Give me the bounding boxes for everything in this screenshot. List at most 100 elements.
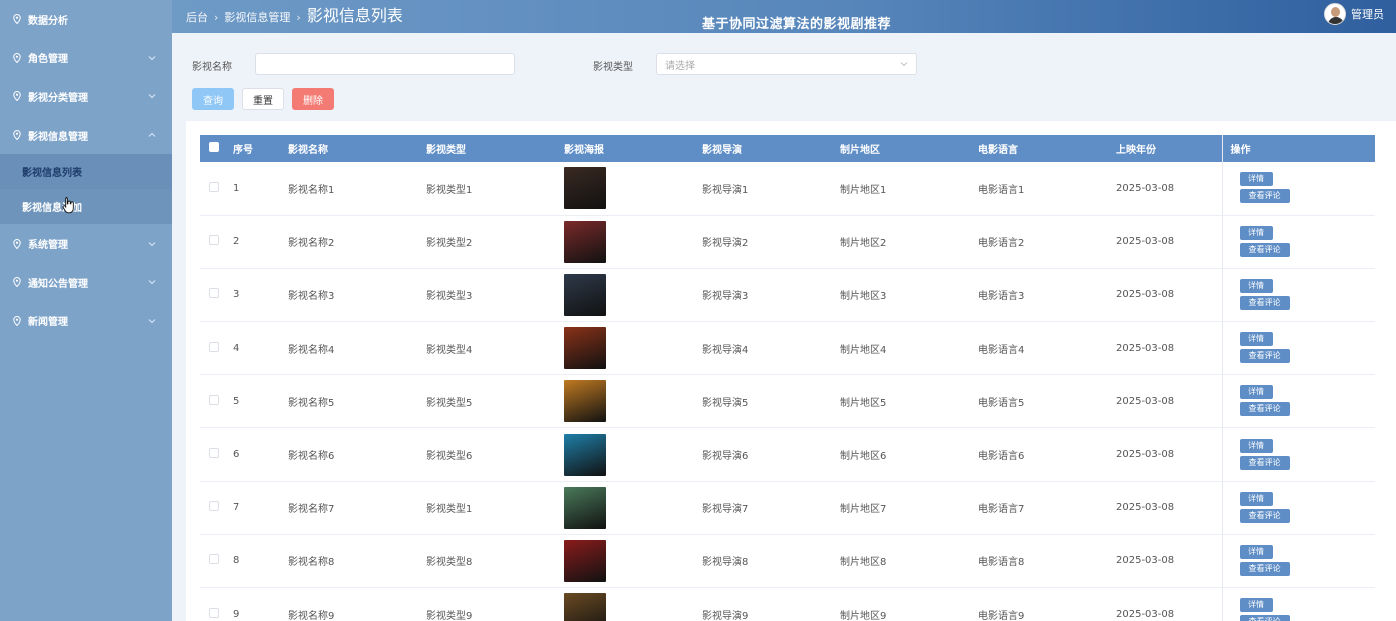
cell-name: 影视名称2 [288,215,426,269]
table-row: 8 影视名称8 影视类型8 影视导演8 制片地区8 电影语言8 2025-03-08 详情 查看… [200,534,1375,589]
detail-button[interactable]: 详情 [1239,332,1273,347]
cell-name: 影视名称8 [288,534,426,589]
cell-type: 影视类型6 [426,427,564,482]
cell-director: 影视导演7 [702,481,840,535]
detail-button[interactable]: 详情 [1239,278,1273,293]
detail-button[interactable]: 详情 [1239,598,1273,613]
view-comments-button[interactable]: 查看评论 [1239,242,1290,257]
view-comments-button[interactable]: 查看评论 [1239,349,1290,364]
movie-name-input[interactable] [255,53,515,75]
detail-button[interactable]: 详情 [1239,385,1273,400]
poster-image[interactable] [564,593,606,621]
table-row: 1 影视名称1 影视类型1 影视导演1 制片地区1 电影语言1 2025-03-08 详情 查看… [200,162,1375,216]
view-comments-button[interactable]: 查看评论 [1239,615,1290,621]
select-all-checkbox[interactable] [209,142,219,152]
row-checkbox[interactable] [209,448,219,459]
cell-language: 电影语言9 [978,587,1116,621]
view-comments-button[interactable]: 查看评论 [1239,561,1290,576]
cell-year: 2025-03-08 [1116,427,1222,482]
poster-image[interactable] [564,539,606,582]
cell-poster [564,215,702,269]
sidebar-subitem-movie-add[interactable]: 影视信息添加 [0,189,172,224]
cell-type: 影视类型8 [426,534,564,589]
sidebar-item-notice-management[interactable]: 通知公告管理 [0,263,172,302]
view-comments-button[interactable]: 查看评论 [1239,295,1290,310]
cell-language: 电影语言4 [978,321,1116,376]
poster-image[interactable] [564,380,606,423]
view-comments-button[interactable]: 查看评论 [1239,508,1290,523]
location-pin-icon [13,14,21,25]
chevron-down-icon [148,319,156,324]
sidebar-item-category-management[interactable]: 影视分类管理 [0,77,172,116]
detail-button[interactable]: 详情 [1239,225,1273,240]
breadcrumb-separator-icon: › [214,11,219,24]
table-row: 9影视名称9影视类型9影视导演9制片地区9电影语言92025-03-08详情查看… [200,587,1375,621]
sidebar-subitem-movie-list[interactable]: 影视信息列表 [0,154,172,190]
cell-year: 2025-03-08 [1116,268,1222,323]
chevron-down-icon [900,62,908,67]
breadcrumb-home[interactable]: 后台 [186,9,208,25]
row-checkbox[interactable] [209,341,219,352]
sidebar-item-label: 通知公告管理 [28,278,88,290]
row-select-cell [200,534,233,589]
movie-table: 序号 影视名称 影视类型 影视海报 影视导演 制片地区 电影语言 上映年份 操作… [200,135,1375,621]
cell-no: 5 [233,374,288,429]
poster-image[interactable] [564,273,606,316]
column-header-no: 序号 [233,135,288,162]
sidebar: 数据分析 角色管理 影视分类管理 影视信息管理 影视信息列表 影视信息添加 系统… [0,0,172,621]
poster-image[interactable] [564,433,606,476]
table-row: 7 影视名称7 影视类型1 影视导演7 制片地区7 电影语言7 2025-03-08 详情 查看… [200,481,1375,535]
row-checkbox[interactable] [209,607,219,618]
reset-button[interactable]: 重置 [242,88,284,110]
cell-name: 影视名称9 [288,587,426,621]
row-checkbox[interactable] [209,288,219,299]
view-comments-button[interactable]: 查看评论 [1239,455,1290,470]
sidebar-item-movie-info-management[interactable]: 影视信息管理 [0,116,172,155]
cell-actions: 详情查看评论 [1221,534,1375,589]
cell-region: 制片地区3 [840,268,978,323]
sidebar-item-data-analysis[interactable]: 数据分析 [0,0,172,39]
chevron-down-icon [148,94,156,99]
row-checkbox[interactable] [209,501,219,512]
table-row: 6 影视名称6 影视类型6 影视导演6 制片地区6 电影语言6 2025-03-08 详情 查看… [200,427,1375,482]
cell-type: 影视类型2 [426,215,564,269]
cell-year: 2025-03-08 [1116,374,1222,429]
breadcrumb-movie-management[interactable]: 影视信息管理 [224,9,290,25]
cell-year: 2025-03-08 [1116,481,1222,535]
view-comments-button[interactable]: 查看评论 [1239,189,1290,204]
user-menu[interactable]: 管理员 [1324,3,1384,25]
view-comments-button[interactable]: 查看评论 [1239,402,1290,417]
sidebar-item-news-management[interactable]: 新闻管理 [0,302,172,341]
poster-image[interactable] [564,486,606,529]
cell-actions: 详情查看评论 [1221,587,1375,621]
location-pin-icon [13,130,21,141]
cell-poster [564,374,702,429]
poster-image[interactable] [564,167,606,210]
sidebar-item-system-management[interactable]: 系统管理 [0,224,172,263]
detail-button[interactable]: 详情 [1239,438,1273,453]
detail-button[interactable]: 详情 [1239,544,1273,559]
cell-director: 影视导演5 [702,374,840,429]
cell-poster [564,268,702,323]
table-row: 2 影视名称2 影视类型2 影视导演2 制片地区2 电影语言2 2025-03-08 详情 查看… [200,215,1375,269]
sidebar-item-role-management[interactable]: 角色管理 [0,39,172,78]
poster-image[interactable] [564,327,606,370]
cell-no: 6 [233,427,288,482]
row-checkbox[interactable] [209,181,219,192]
cell-no: 2 [233,215,288,269]
cell-region: 制片地区9 [840,587,978,621]
chevron-down-icon [148,280,156,285]
movie-type-select[interactable]: 请选择 [656,53,917,75]
column-header-director: 影视导演 [702,135,840,162]
user-name: 管理员 [1351,8,1384,21]
row-checkbox[interactable] [209,554,219,565]
query-button[interactable]: 查询 [192,88,234,110]
poster-image[interactable] [564,220,606,263]
detail-button[interactable]: 详情 [1239,491,1273,506]
detail-button[interactable]: 详情 [1239,172,1273,187]
breadcrumb: 后台 › 影视信息管理 › 影视信息列表 [186,2,403,26]
row-checkbox[interactable] [209,394,219,405]
row-checkbox[interactable] [209,235,219,246]
delete-button[interactable]: 删除 [292,88,334,110]
cell-no: 1 [233,162,288,216]
